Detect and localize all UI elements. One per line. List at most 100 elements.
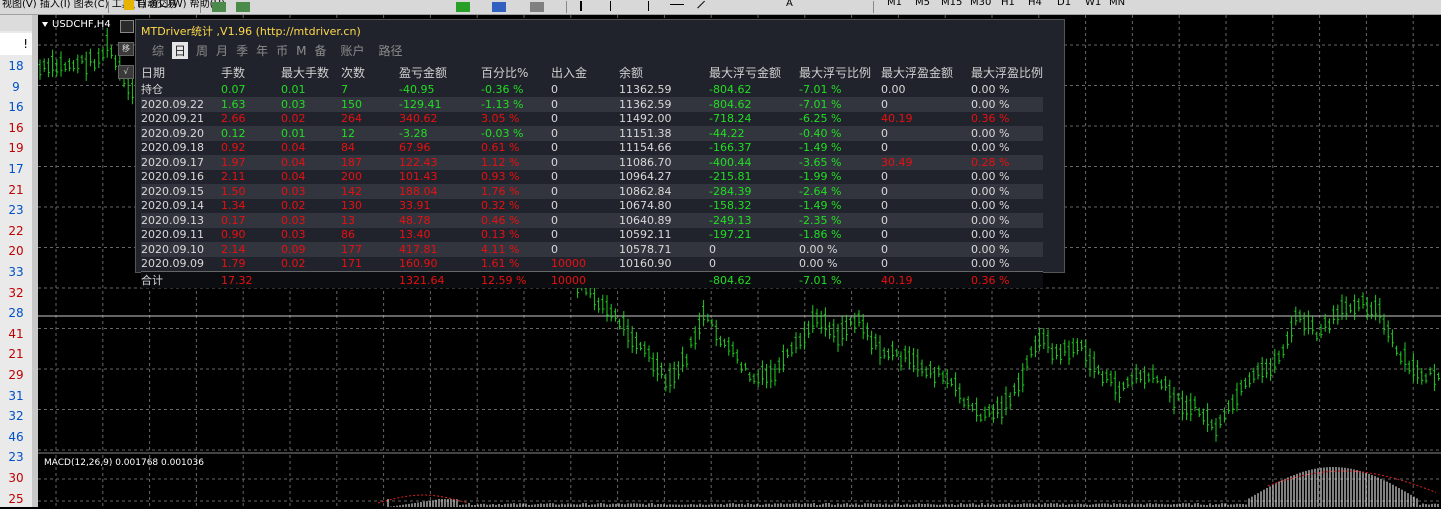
- cell-pct: 1.61 %: [481, 257, 520, 271]
- new-order-icon[interactable]: [456, 2, 470, 12]
- tab-8[interactable]: 备: [314, 42, 326, 59]
- tab-1[interactable]: 日: [172, 42, 189, 59]
- column-header[interactable]: 最大手数: [281, 64, 341, 81]
- cell-maxlots: 0.09: [281, 242, 341, 257]
- table-row[interactable]: 2020.09.18 0.92 0.04 84 67.96 0.61 % 0 11154.66…: [141, 141, 1043, 156]
- text-icon[interactable]: A: [786, 0, 800, 9]
- column-header[interactable]: 出入金: [551, 64, 619, 81]
- tab-2[interactable]: 周: [196, 42, 208, 59]
- panel-minimize-button[interactable]: [120, 20, 134, 33]
- column-header[interactable]: 余额: [619, 64, 709, 81]
- cell-mfp: 40.19: [881, 271, 971, 288]
- column-header[interactable]: 最大浮亏金额: [709, 64, 799, 81]
- cell-d: 2020.09.20: [141, 126, 221, 141]
- symbol-count: 9: [12, 79, 20, 94]
- table-row[interactable]: 2020.09.13 0.17 0.03 13 48.78 0.46 % 0 10640.89…: [141, 213, 1044, 228]
- crosshair-icon[interactable]: [610, 1, 615, 11]
- table-row[interactable]: 2020.09.15 1.50 0.03 142 188.04 1.76 % 0 10862.…: [141, 184, 1044, 199]
- period-icon[interactable]: [492, 2, 506, 12]
- column-header[interactable]: 次数: [341, 64, 399, 81]
- column-header[interactable]: 日期: [141, 64, 221, 81]
- cell-pct: 0.46 %: [481, 213, 551, 228]
- tab-0[interactable]: 综: [152, 42, 164, 59]
- move-button[interactable]: 移: [118, 42, 134, 56]
- cell-mflp: -1.99 %: [799, 170, 842, 184]
- template-icon[interactable]: [530, 2, 544, 12]
- tf-m1[interactable]: M1: [887, 0, 902, 8]
- horizontal-line-icon[interactable]: [670, 4, 684, 7]
- column-header[interactable]: 最大浮亏比例: [799, 64, 881, 81]
- trendline-icon[interactable]: [697, 0, 708, 12]
- cell-mfp: 30.49: [881, 155, 971, 170]
- tab-9[interactable]: 账户: [340, 42, 364, 59]
- table-row[interactable]: 2020.09.20 0.12 0.01 12 -3.28 -0.03 % 0 11151.3…: [141, 126, 1044, 141]
- cell-lots: 17.32: [221, 271, 281, 288]
- tab-5[interactable]: 年: [256, 42, 268, 59]
- cell-maxlots: 0.01: [281, 126, 341, 141]
- tf-m5[interactable]: M5: [915, 0, 930, 8]
- cell-mfp: 0: [881, 126, 971, 141]
- tf-m15[interactable]: M15: [941, 0, 962, 8]
- panel-title: MTDriver统计 ,V1.96 (http://mtdriver.cn): [141, 25, 361, 38]
- cell-lots: 0.17: [221, 213, 281, 228]
- cell-mfpp: 0.00 %: [971, 199, 1010, 213]
- cell-count: 200: [341, 170, 362, 184]
- cell-mflp: -3.65 %: [799, 155, 881, 170]
- tf-h1[interactable]: H1: [1001, 0, 1015, 8]
- tab-10[interactable]: 路径: [379, 42, 403, 59]
- tab-7[interactable]: M: [296, 44, 306, 58]
- tab-4[interactable]: 季: [236, 42, 248, 59]
- cell-io: 10000: [551, 257, 586, 271]
- table-row[interactable]: 2020.09.16 2.11 0.04 200 101.43 0.93 % 0 10964.…: [141, 170, 1043, 185]
- column-header[interactable]: 最大浮盈比例: [971, 64, 1043, 81]
- tf-mn[interactable]: MN: [1109, 0, 1125, 8]
- cell-lots: 0.92: [221, 141, 246, 155]
- chart-zoom-icon[interactable]: [212, 2, 226, 12]
- cell-pct: 1.12 %: [481, 155, 551, 170]
- table-row[interactable]: 2020.09.22 1.63 0.03 150 -129.41 -1.13 % 0 1136…: [141, 97, 1044, 112]
- tf-w1[interactable]: W1: [1085, 0, 1101, 8]
- total-row[interactable]: 合计 17.32 1321.64 12.59 % 10000 -804.62 -7.01 %…: [141, 271, 1044, 288]
- cell-d: 2020.09.11: [141, 228, 204, 242]
- cell-mfl: -804.62: [709, 97, 799, 112]
- table-row[interactable]: 持仓 0.07 0.01 7 -40.95 -0.36 % 0 11362.59 -804.62…: [141, 81, 1043, 97]
- table-row[interactable]: 2020.09.09 1.79 0.02 171 160.90 1.61 % 10000 10…: [141, 257, 1043, 272]
- column-header[interactable]: 手数: [221, 64, 281, 81]
- cell-mflp: -1.86 %: [799, 228, 842, 242]
- table-row[interactable]: 2020.09.11 0.90 0.03 86 13.40 0.13 % 0 10592.11…: [141, 228, 1043, 243]
- cell-pl: 1321.64: [399, 271, 481, 288]
- tf-d1[interactable]: D1: [1057, 0, 1071, 8]
- autotrade-button[interactable]: 自动交易: [124, 0, 177, 14]
- cell-mfl: -400.44: [709, 155, 799, 170]
- check-button[interactable]: √: [118, 65, 134, 79]
- table-row[interactable]: 2020.09.21 2.66 0.02 264 340.62 3.05 % 0 11492.…: [141, 112, 1043, 127]
- vertical-line-icon[interactable]: [648, 1, 653, 11]
- panel-tabs: 综日周月季年币 M 备账户 路径: [152, 42, 411, 59]
- cell-mfpp: 0.00 %: [971, 213, 1044, 228]
- cell-bal: 10592.11: [619, 228, 672, 242]
- cell-bal: 10674.80: [619, 199, 672, 213]
- tab-3[interactable]: 月: [216, 42, 228, 59]
- cell-count: 187: [341, 155, 399, 170]
- chart-zoom-out-icon[interactable]: [236, 2, 250, 12]
- cell-pl: -40.95: [399, 82, 435, 96]
- cell-count: 7: [341, 82, 348, 96]
- cell-pl: 340.62: [399, 112, 438, 126]
- cell-pct: 0.32 %: [481, 199, 520, 213]
- cursor-icon[interactable]: [580, 1, 586, 11]
- column-header[interactable]: 百分比%: [481, 64, 551, 81]
- column-header[interactable]: 盈亏金额: [399, 64, 481, 81]
- dropdown-triangle-icon[interactable]: [42, 21, 48, 27]
- table-row[interactable]: 2020.09.10 2.14 0.09 177 417.81 4.11 % 0 10578.…: [141, 242, 1044, 257]
- table-row[interactable]: 2020.09.17 1.97 0.04 187 122.43 1.12 % 0 11086.…: [141, 155, 1044, 170]
- menu-text[interactable]: 视图(V) 插入(I) 图表(C) 工具(T) 窗口(W) 帮助(H): [2, 0, 225, 14]
- tf-m30[interactable]: M30: [970, 0, 991, 8]
- chart-symbol[interactable]: USDCHF,H4: [42, 19, 111, 30]
- symbol-count: 21: [8, 347, 24, 362]
- cell-lots: 1.97: [221, 155, 281, 170]
- table-row[interactable]: 2020.09.14 1.34 0.02 130 33.91 0.32 % 0 10674.8…: [141, 199, 1043, 214]
- cell-io: 0: [551, 213, 619, 228]
- tab-6[interactable]: 币: [276, 42, 288, 59]
- column-header[interactable]: 最大浮盈金额: [881, 64, 971, 81]
- tf-h4[interactable]: H4: [1028, 0, 1042, 8]
